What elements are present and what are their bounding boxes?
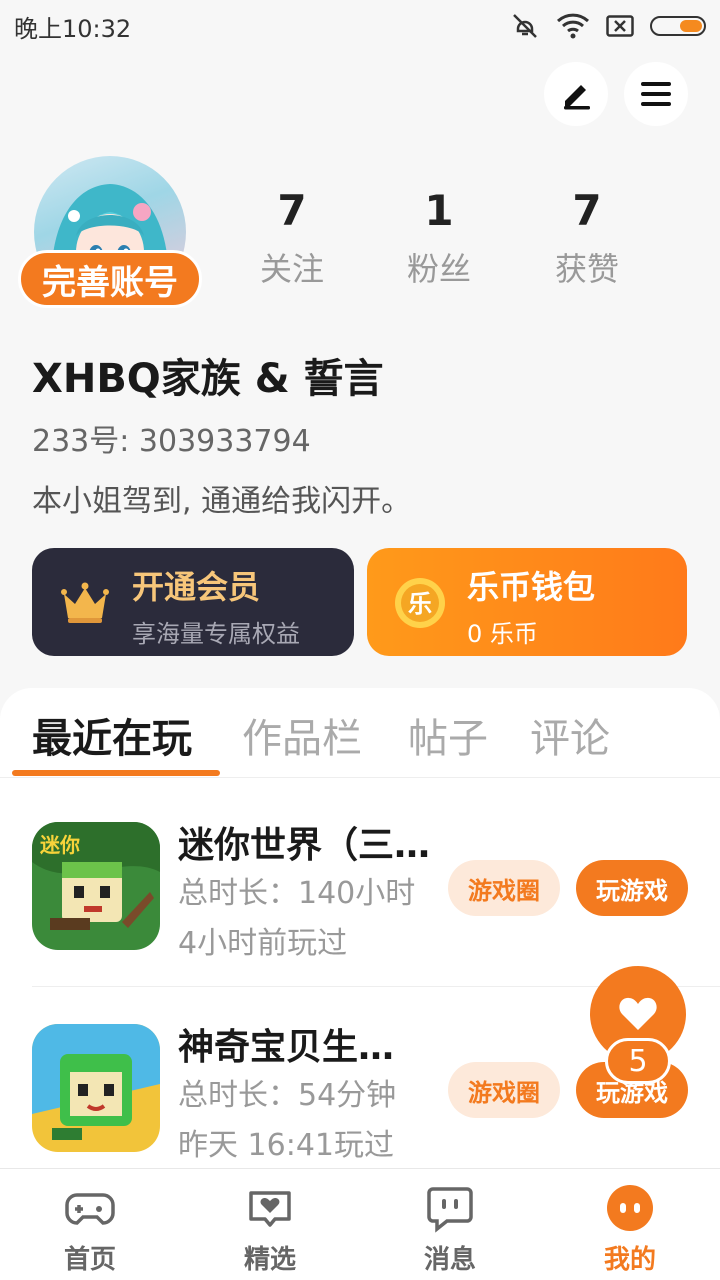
game-total-time: 总时长：54分钟 xyxy=(178,1078,397,1113)
edit-button[interactable] xyxy=(544,62,608,126)
vip-title: 开通会员 xyxy=(132,568,261,606)
vibrate-off-icon xyxy=(513,14,537,38)
game-last-played: 昨天 16:41玩过 xyxy=(178,1128,394,1163)
wallet-balance: 0 乐币 xyxy=(467,620,538,648)
bottom-nav: 首页 精选 消息 我的 xyxy=(0,1168,720,1280)
status-bar: 晚上10:32 xyxy=(0,0,720,52)
complete-account-button[interactable]: 完善账号 xyxy=(18,250,202,308)
tab-works[interactable]: 作品栏 xyxy=(242,706,362,764)
stat-label: 粉丝 xyxy=(406,250,471,288)
user-bio: 本小姐驾到, 通通给我闪开。 xyxy=(32,484,412,519)
pen-icon xyxy=(564,85,590,110)
user-id: 233号: 303933794 xyxy=(32,424,311,459)
nav-label: 精选 xyxy=(243,1245,296,1275)
list-item[interactable]: 迷你 迷你世界（三… 总时长：140小时 4小时前玩过 游戏圈 玩游戏 xyxy=(0,798,720,978)
game-name: 迷你世界（三… xyxy=(178,825,431,866)
game-total-time: 总时长：140小时 xyxy=(178,876,416,911)
svg-text:乐: 乐 xyxy=(408,590,432,618)
nav-label: 我的 xyxy=(603,1245,656,1275)
svg-text:迷你: 迷你 xyxy=(39,833,80,857)
gamepad-icon xyxy=(65,1193,115,1225)
nav-home[interactable]: 首页 xyxy=(30,1179,150,1276)
crown-icon xyxy=(61,582,109,623)
menu-icon xyxy=(641,82,671,106)
wallet-card[interactable]: 乐 乐币钱包 0 乐币 xyxy=(367,548,687,656)
tab-posts[interactable]: 帖子 xyxy=(408,706,488,764)
like-count-badge: 5 xyxy=(605,1038,671,1084)
game-icon-pokemon[interactable] xyxy=(32,1024,160,1152)
tab-recent[interactable]: 最近在玩 xyxy=(32,706,192,764)
battery-level xyxy=(680,20,702,32)
stat-number: 1 xyxy=(424,186,454,235)
status-time: 晚上10:32 xyxy=(14,14,132,43)
game-circle-button[interactable]: 游戏圈 xyxy=(448,1062,560,1118)
stat-fans[interactable]: 1 粉丝 xyxy=(374,186,504,290)
content-panel: 最近在玩 作品栏 帖子 评论 迷你 迷你世界（三… 总时长：140小时 4小时前… xyxy=(0,688,720,1168)
stat-number: 7 xyxy=(277,186,307,235)
heart-chat-icon xyxy=(249,1191,291,1227)
sim-none-icon xyxy=(606,15,634,37)
stat-label: 关注 xyxy=(259,250,324,288)
battery-icon xyxy=(650,16,706,36)
nav-featured[interactable]: 精选 xyxy=(210,1179,330,1276)
stat-number: 7 xyxy=(572,186,602,235)
wifi-icon xyxy=(556,13,590,39)
profile-face-icon xyxy=(607,1185,653,1231)
nav-messages[interactable]: 消息 xyxy=(390,1179,510,1276)
game-name: 神奇宝贝生… xyxy=(178,1027,395,1068)
username: XHBQ家族 & 誓言 xyxy=(32,356,384,402)
game-circle-button[interactable]: 游戏圈 xyxy=(448,860,560,916)
wallet-title: 乐币钱包 xyxy=(467,568,596,606)
vip-subtitle: 享海量专属权益 xyxy=(132,620,300,648)
tab-comments[interactable]: 评论 xyxy=(530,706,610,764)
stat-likes[interactable]: 7 获赞 xyxy=(522,186,652,290)
nav-profile[interactable]: 我的 xyxy=(570,1179,690,1276)
stat-following[interactable]: 7 关注 xyxy=(227,186,357,290)
message-icon xyxy=(427,1187,473,1233)
play-game-button[interactable]: 玩游戏 xyxy=(576,860,688,916)
vip-card[interactable]: 开通会员 享海量专属权益 xyxy=(32,548,354,656)
status-icons xyxy=(510,11,706,41)
heart-icon xyxy=(619,997,657,1030)
nav-label: 首页 xyxy=(63,1245,116,1275)
game-last-played: 4小时前玩过 xyxy=(178,926,348,961)
game-icon-mini-world[interactable]: 迷你 xyxy=(32,822,160,950)
nav-label: 消息 xyxy=(423,1245,476,1275)
coin-icon: 乐 xyxy=(395,578,445,628)
tab-bar: 最近在玩 作品栏 帖子 评论 xyxy=(0,688,720,778)
tab-active-indicator xyxy=(12,770,220,776)
menu-button[interactable] xyxy=(624,62,688,126)
stat-label: 获赞 xyxy=(554,250,619,288)
